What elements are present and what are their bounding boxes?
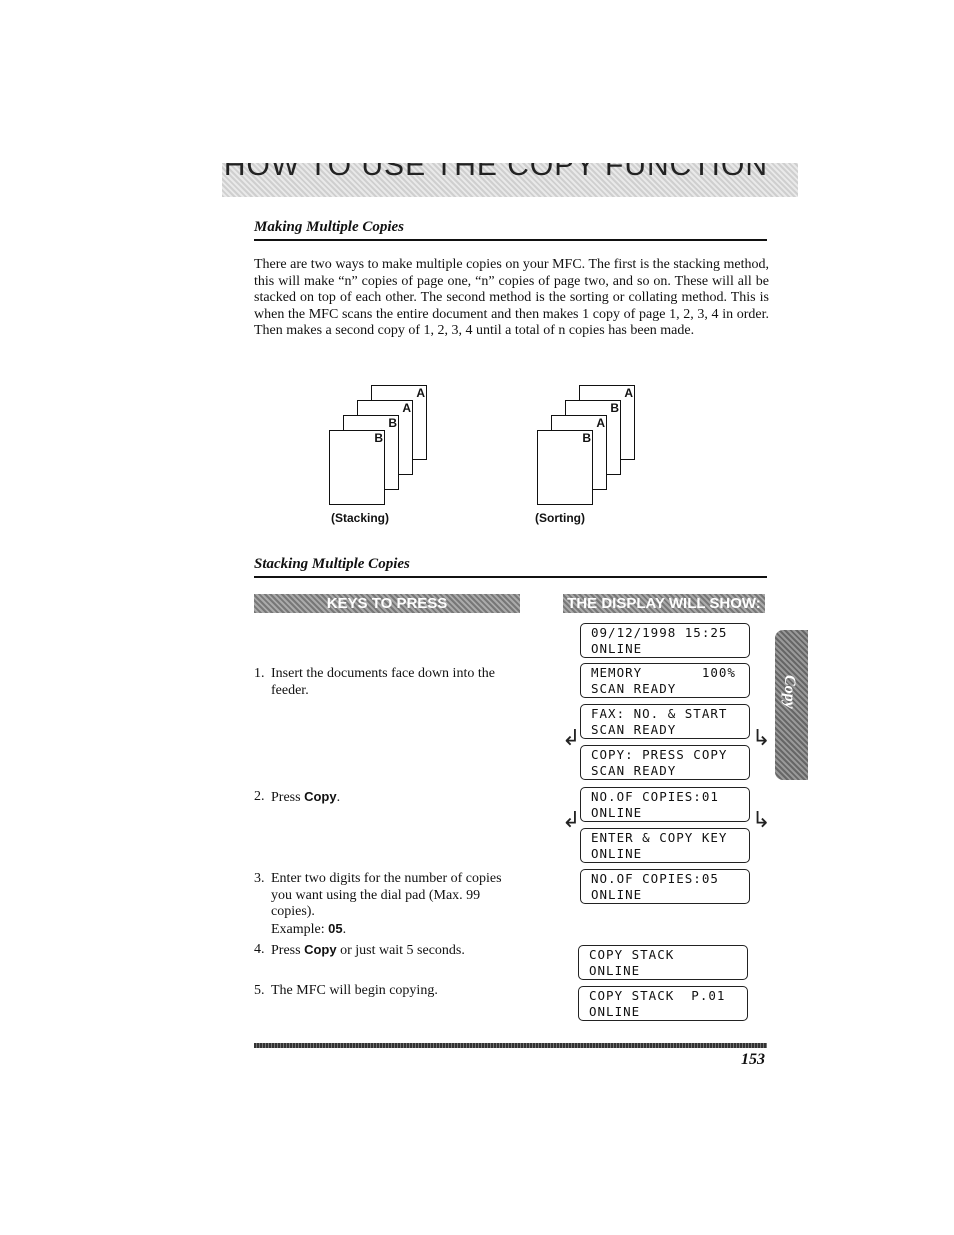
page-sheet: B: [537, 430, 593, 505]
section-heading: Stacking Multiple Copies: [254, 556, 410, 572]
cycle-arrow-icon: ↲: [562, 808, 581, 833]
lcd-display: COPY STACK P.01 ONLINE: [578, 986, 748, 1021]
cycle-arrow-icon: ↳: [752, 808, 771, 833]
heading-rule: [254, 239, 767, 241]
running-title: HOW TO USE THE COPY FUNCTION: [223, 163, 768, 182]
step: 5. The MFC will begin copying.: [254, 983, 438, 998]
display-banner: THE DISPLAY WILL SHOW:: [563, 594, 765, 613]
step: 2. Press Copy.: [254, 789, 341, 805]
cycle-arrow-icon: ↲: [562, 726, 581, 751]
lcd-display: NO.OF COPIES:05 ONLINE: [580, 869, 750, 904]
lcd-display: COPY STACK ONLINE: [578, 945, 748, 980]
lcd-display: FAX: NO. & START SCAN READY: [580, 704, 750, 739]
page-number: 153: [741, 1051, 765, 1068]
step: 4. Press Copy or just wait 5 seconds.: [254, 942, 465, 958]
lcd-display: NO.OF COPIES:01 ONLINE: [580, 787, 750, 822]
section-heading: Making Multiple Copies: [254, 219, 405, 235]
running-header: HOW TO USE THE COPY FUNCTION: [222, 163, 798, 197]
manual-page: HOW TO USE THE COPY FUNCTION Making Mult…: [0, 0, 954, 1235]
stacking-caption: (Stacking): [331, 511, 390, 525]
cycle-arrow-icon: ↳: [752, 726, 771, 751]
step: 1. Insert the documents face down into th…: [254, 666, 495, 698]
footer-rule: [254, 1043, 767, 1048]
keys-banner: KEYS TO PRESS: [254, 594, 520, 613]
sorting-caption: (Sorting): [535, 511, 585, 525]
lcd-display: MEMORY 100% SCAN READY: [580, 663, 750, 698]
chapter-tab: Copy: [775, 630, 808, 780]
lcd-display: 09/12/1998 15:25 ONLINE: [580, 623, 750, 658]
lcd-display: COPY: PRESS COPY SCAN READY: [580, 745, 750, 780]
step: 3. Enter two digits for the number of cop…: [254, 871, 502, 937]
lcd-display: ENTER & COPY KEY ONLINE: [580, 828, 750, 863]
heading-rule: [254, 576, 767, 578]
intro-paragraph: There are two ways to make multiple copi…: [254, 257, 769, 338]
page-sheet: B: [329, 430, 385, 505]
